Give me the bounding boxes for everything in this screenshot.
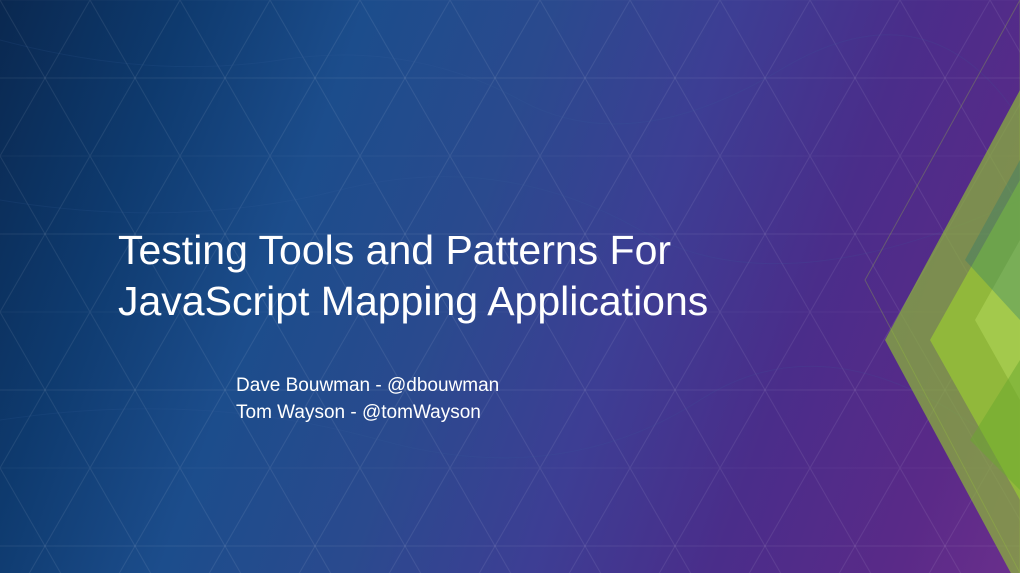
slide: Testing Tools and Patterns For JavaScrip… bbox=[0, 0, 1020, 573]
green-accent-shape bbox=[770, 0, 1020, 573]
author-1: Dave Bouwman - @dbouwman bbox=[236, 372, 708, 400]
authors-block: Dave Bouwman - @dbouwman Tom Wayson - @t… bbox=[236, 372, 708, 427]
title-line-1: Testing Tools and Patterns For JavaScrip… bbox=[118, 227, 708, 324]
author-2: Tom Wayson - @tomWayson bbox=[236, 399, 708, 427]
slide-title: Testing Tools and Patterns For JavaScrip… bbox=[118, 225, 708, 328]
slide-content: Testing Tools and Patterns For JavaScrip… bbox=[118, 225, 708, 427]
